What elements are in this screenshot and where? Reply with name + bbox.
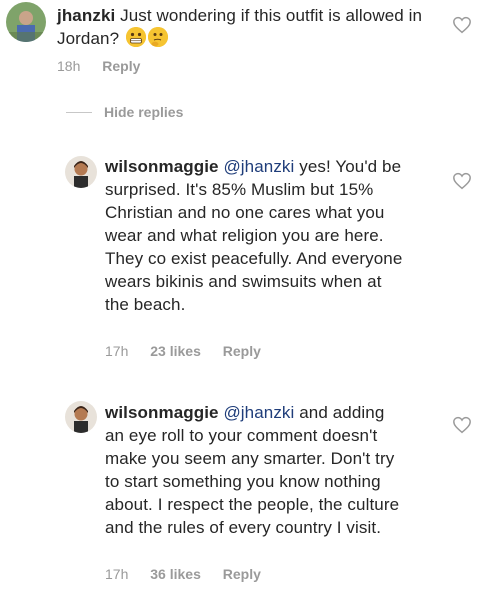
comment-body: wilsonmaggie @jhanzki yes! You'd be surp…	[105, 155, 405, 316]
heart-icon[interactable]	[452, 172, 472, 190]
comment-username[interactable]: jhanzki	[57, 6, 115, 25]
comment-timestamp: 17h	[105, 566, 129, 582]
comment-body: jhanzki Just wondering if this outfit is…	[57, 4, 437, 50]
comment-body: wilsonmaggie @jhanzki and adding an eye …	[105, 401, 405, 539]
likes-count[interactable]: 23 likes	[150, 343, 201, 359]
thinking-face-emoji-icon	[147, 27, 168, 47]
avatar[interactable]	[6, 2, 46, 42]
grimacing-face-emoji-icon	[125, 27, 146, 47]
avatar[interactable]	[65, 401, 97, 433]
comment-meta: 17h 23 likes Reply	[105, 343, 279, 359]
likes-count[interactable]: 36 likes	[150, 566, 201, 582]
avatar[interactable]	[65, 156, 97, 188]
reply-button[interactable]: Reply	[223, 343, 261, 359]
heart-icon[interactable]	[452, 16, 472, 34]
comment-username[interactable]: wilsonmaggie	[105, 157, 219, 176]
reply-button[interactable]: Reply	[223, 566, 261, 582]
comment-timestamp: 17h	[105, 343, 129, 359]
comment-text: and adding an eye roll to your comment d…	[105, 403, 400, 537]
hide-replies-label: Hide replies	[104, 104, 184, 120]
mention-link[interactable]: @jhanzki	[223, 403, 294, 422]
comment-text: yes! You'd be surprised. It's 85% Muslim…	[105, 157, 403, 314]
hide-replies-toggle[interactable]: Hide replies	[66, 104, 183, 120]
mention-link[interactable]: @jhanzki	[223, 157, 294, 176]
reply-button[interactable]: Reply	[102, 58, 140, 74]
comment-meta: 18h Reply	[57, 58, 158, 74]
comment-timestamp: 18h	[57, 58, 81, 74]
hide-replies-divider	[66, 111, 92, 113]
heart-icon[interactable]	[452, 416, 472, 434]
comment-meta: 17h 36 likes Reply	[105, 566, 279, 582]
comment-username[interactable]: wilsonmaggie	[105, 403, 219, 422]
